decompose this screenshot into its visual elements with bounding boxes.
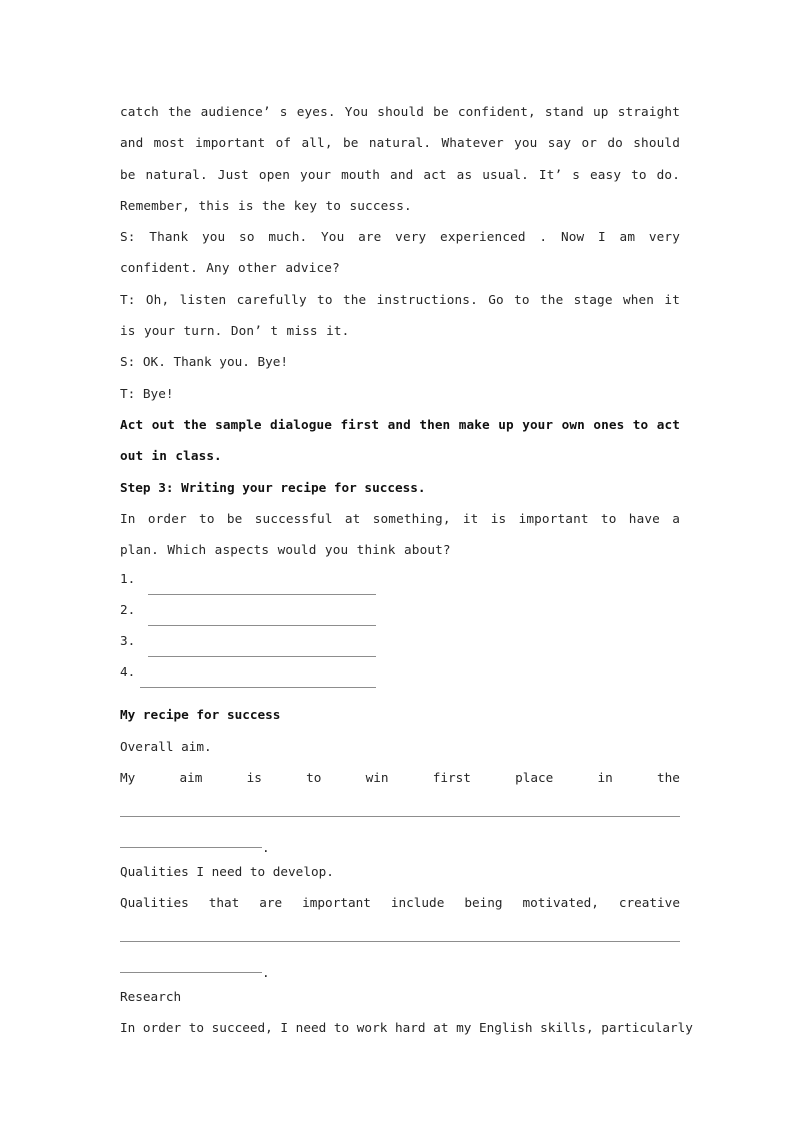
aim-word: first	[432, 770, 471, 786]
line-teacher-bye: T: Bye!	[120, 385, 174, 401]
sentence-research: In order to succeed, I need to work hard…	[120, 1020, 693, 1036]
instruction-act-out: Act out the sample dialogue first and th…	[120, 416, 680, 464]
label-research: Research	[120, 989, 182, 1005]
list-item[interactable]: 1.	[120, 571, 680, 602]
aim-word: place	[515, 770, 554, 786]
qualities-word: that	[208, 895, 240, 911]
list-item-number: 4.	[120, 664, 136, 680]
page-content: catch the audience’ s eyes. You should b…	[120, 96, 693, 1044]
qualities-word: creative	[618, 895, 680, 911]
writing-blank-rule-short[interactable]	[120, 972, 262, 974]
aim-word: win	[365, 770, 389, 786]
answer-blank-rule[interactable]	[140, 687, 376, 689]
paragraph-student-thanks: S: Thank you so much. You are very exper…	[120, 229, 680, 276]
list-item[interactable]: 2.	[120, 602, 680, 633]
aim-word: My	[120, 770, 136, 786]
paragraph-teacher-advice: catch the audience’ s eyes. You should b…	[120, 104, 680, 213]
heading-my-recipe: My recipe for success	[120, 707, 281, 723]
writing-blank-rule-full[interactable]	[120, 940, 680, 942]
writing-blank-rule-short[interactable]	[120, 846, 262, 848]
qualities-word: motivated,	[522, 895, 599, 911]
aim-word: in	[597, 770, 613, 786]
sentence-qualities: Qualities that are important include bei…	[120, 887, 680, 918]
list-item-number: 1.	[120, 571, 136, 587]
aim-word: to	[306, 770, 322, 786]
list-item[interactable]: 4.	[120, 664, 680, 695]
sentence-terminator: .	[262, 965, 270, 981]
list-item[interactable]: 3.	[120, 633, 680, 664]
line-student-bye: S: OK. Thank you. Bye!	[120, 354, 289, 370]
qualities-word: important	[302, 895, 371, 911]
qualities-word: are	[259, 895, 283, 911]
sentence-overall-aim: My aim is to win first place in the	[120, 762, 680, 793]
writing-rule-short-row[interactable]: .	[120, 950, 680, 981]
sentence-terminator: .	[262, 839, 270, 855]
writing-blank-rule-full[interactable]	[120, 815, 680, 817]
answer-blank-rule[interactable]	[148, 594, 376, 596]
writing-rule-short-row[interactable]: .	[120, 825, 680, 856]
writing-rule-row[interactable]	[120, 793, 680, 824]
blank-answer-list: 1. 2. 3. 4.	[120, 571, 680, 695]
paragraph-teacher-instructions: T: Oh, listen carefully to the instructi…	[120, 291, 680, 339]
heading-step-3: Step 3: Writing your recipe for success.	[120, 479, 426, 495]
aim-word: aim	[179, 770, 203, 786]
qualities-word: Qualities	[120, 895, 189, 911]
label-qualities: Qualities I need to develop.	[120, 863, 334, 879]
writing-rule-row[interactable]	[120, 919, 680, 950]
answer-blank-rule[interactable]	[148, 656, 376, 658]
paragraph-plan-intro: In order to be successful at something, …	[120, 510, 680, 558]
aim-word: is	[246, 770, 262, 786]
list-item-number: 3.	[120, 633, 136, 649]
list-item-number: 2.	[120, 602, 136, 618]
label-overall-aim: Overall aim.	[120, 738, 212, 754]
answer-blank-rule[interactable]	[148, 625, 376, 627]
document-page: catch the audience’ s eyes. You should b…	[0, 0, 800, 1132]
qualities-word: include	[390, 895, 445, 911]
aim-word: the	[657, 770, 680, 786]
qualities-word: being	[464, 895, 503, 911]
